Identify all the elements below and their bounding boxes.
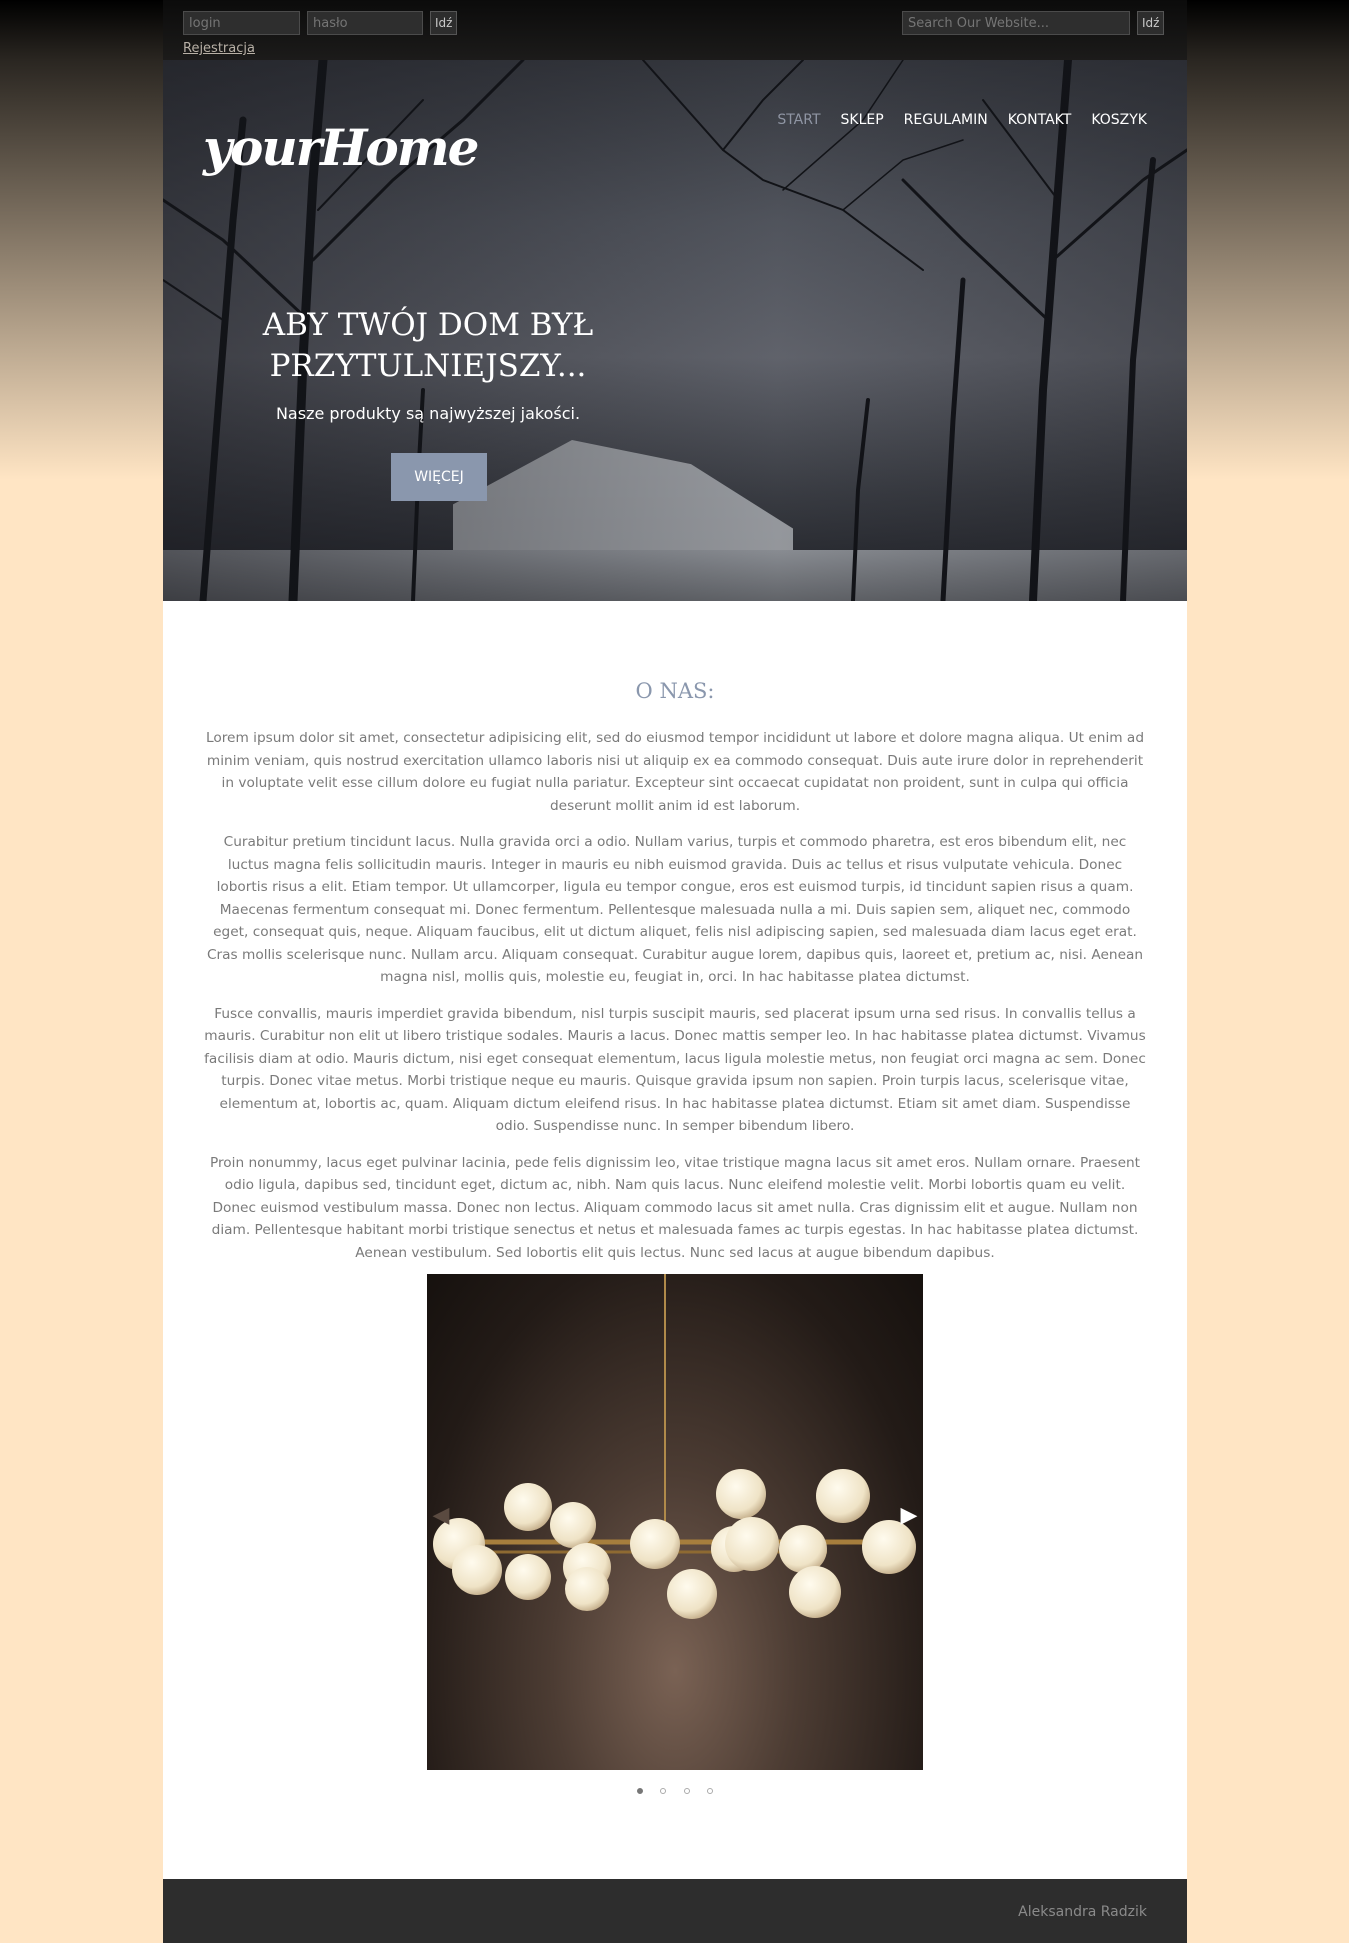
top-bar: Idź Rejestracja Idź: [163, 0, 1187, 60]
hero-subtitle: Nasze produkty są najwyższej jakości.: [275, 404, 581, 423]
hero-title: ABY TWÓJ DOM BYŁ PRZYTULNIEJSZY...: [262, 307, 594, 384]
nav-item-kontakt[interactable]: KONTAKT: [1008, 112, 1072, 128]
login-button[interactable]: Idź: [430, 11, 458, 35]
about-paragraph: Proin nonummy, lacus eget pulvinar lacin…: [209, 1154, 1141, 1261]
hero-banner: yourHome START SKLEP REGULAMIN KONTAKT K…: [163, 60, 1187, 601]
nav-item-start[interactable]: START: [777, 112, 820, 128]
about-title: O NAS:: [635, 679, 715, 703]
login-input[interactable]: [183, 11, 300, 35]
password-input[interactable]: [307, 11, 423, 35]
nav-item-regulamin[interactable]: REGULAMIN: [904, 112, 988, 128]
slider-pagination: [163, 1779, 1187, 1798]
arrow-right-icon[interactable]: ▶: [899, 1502, 919, 1530]
page-wrapper: Idź Rejestracja Idź: [163, 0, 1187, 1943]
image-slider: ◀ ▶: [427, 1274, 923, 1770]
nav-item-sklep[interactable]: SKLEP: [841, 112, 884, 128]
nav-item-koszyk[interactable]: KOSZYK: [1091, 112, 1147, 128]
register-link[interactable]: Rejestracja: [183, 41, 255, 56]
footer: Aleksandra Radzik: [163, 1879, 1187, 1943]
about-paragraph: Lorem ipsum dolor sit amet, consectetur …: [205, 730, 1145, 814]
main-content: O NAS: Lorem ipsum dolor sit amet, conse…: [163, 601, 1187, 1879]
chandelier-image: [433, 1274, 916, 1619]
arrow-left-icon[interactable]: ◀: [431, 1502, 451, 1530]
search-button[interactable]: Idź: [1137, 11, 1165, 35]
search-input[interactable]: [902, 11, 1130, 35]
about-paragraph: Fusce convallis, mauris imperdiet gravid…: [204, 1005, 1146, 1135]
more-button[interactable]: WIĘCEJ: [391, 453, 487, 501]
about-paragraph: Curabitur pretium tincidunt lacus. Nulla…: [206, 834, 1144, 985]
slider-dot[interactable]: [706, 1788, 713, 1794]
slider-dot[interactable]: [683, 1788, 690, 1794]
footer-author: Aleksandra Radzik: [1018, 1904, 1147, 1920]
site-logo[interactable]: yourHome: [203, 118, 479, 177]
about-text: Lorem ipsum dolor sit amet, consectetur …: [203, 727, 1147, 1278]
slider-dot[interactable]: [637, 1788, 644, 1794]
main-nav: START SKLEP REGULAMIN KONTAKT KOSZYK: [777, 112, 1147, 128]
slider-dot[interactable]: [660, 1788, 667, 1794]
